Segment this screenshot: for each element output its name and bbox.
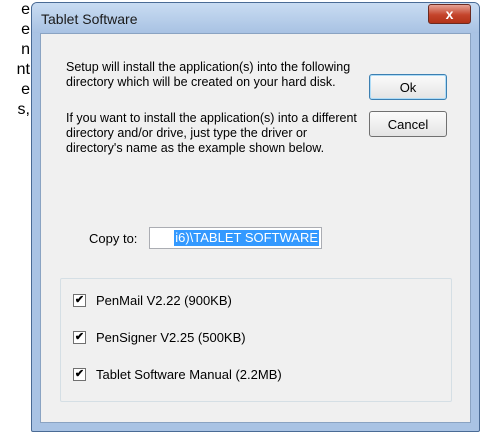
- ok-button[interactable]: Ok: [369, 74, 447, 100]
- component-item-penmail[interactable]: ✔ PenMail V2.22 (900KB): [73, 293, 232, 308]
- background-text-line: n: [21, 41, 30, 58]
- cancel-button[interactable]: Cancel: [369, 111, 447, 137]
- background-text-line: e: [21, 21, 30, 38]
- penmail-label: PenMail V2.22 (900KB): [96, 293, 232, 308]
- copy-to-label: Copy to:: [89, 231, 138, 246]
- background-text-line: e: [21, 1, 30, 18]
- pensigner-checkbox[interactable]: ✔: [73, 331, 86, 344]
- component-item-manual[interactable]: ✔ Tablet Software Manual (2.2MB): [73, 367, 282, 382]
- copy-to-path-value: i6)\TABLET SOFTWARE: [174, 230, 319, 246]
- dialog-client-area: Setup will install the application(s) in…: [40, 33, 471, 423]
- checkmark-icon: ✔: [74, 294, 85, 306]
- component-item-pensigner[interactable]: ✔ PenSigner V2.25 (500KB): [73, 330, 246, 345]
- checkmark-icon: ✔: [74, 331, 85, 343]
- manual-checkbox[interactable]: ✔: [73, 368, 86, 381]
- background-text-line: nt: [16, 61, 30, 78]
- penmail-checkbox[interactable]: ✔: [73, 294, 86, 307]
- manual-label: Tablet Software Manual (2.2MB): [96, 367, 282, 382]
- close-button[interactable]: x: [428, 4, 471, 24]
- title-bar[interactable]: Tablet Software x: [32, 3, 479, 33]
- checkmark-icon: ✔: [74, 368, 85, 380]
- pensigner-label: PenSigner V2.25 (500KB): [96, 330, 246, 345]
- change-directory-instructions: If you want to install the application(s…: [66, 111, 357, 155]
- background-document-text: e e n nt e s,: [0, 0, 30, 120]
- background-text-line: s,: [17, 101, 30, 118]
- setup-dialog-window: Tablet Software x Setup will install the…: [31, 2, 480, 432]
- components-group: ✔ PenMail V2.22 (900KB) ✔ PenSigner V2.2…: [60, 278, 452, 402]
- install-directory-description: Setup will install the application(s) in…: [66, 60, 351, 89]
- window-title: Tablet Software: [41, 11, 138, 27]
- close-icon: x: [445, 6, 454, 22]
- copy-to-path-input[interactable]: i6)\TABLET SOFTWARE: [149, 227, 322, 249]
- background-text-line: e: [21, 81, 30, 98]
